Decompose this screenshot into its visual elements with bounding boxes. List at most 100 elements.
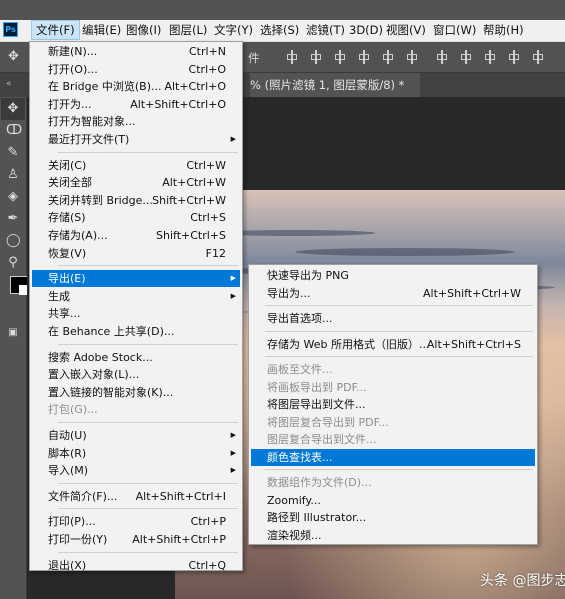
menubar-item-2[interactable]: 图像(I) [122,20,165,40]
distribute-horizontal-center-icon[interactable] [532,50,544,64]
menubar-item-4[interactable]: 文字(Y) [210,20,257,40]
file-menu-item[interactable]: 文件简介(F)... Alt+Shift+Ctrl+I [32,488,240,505]
export-menu-item[interactable]: 导出为... Alt+Shift+Ctrl+W [251,285,535,302]
menu-item-shortcut: Ctrl+S [190,211,226,225]
zoom-tool-icon[interactable]: ⚲ [6,256,20,270]
pen-tool-icon[interactable]: ✒ [6,212,20,226]
menubar-item-9[interactable]: 窗口(W) [429,20,480,40]
align-horizontal-center-icon[interactable] [382,50,394,64]
file-menu-item[interactable]: 搜索 Adobe Stock... [32,349,240,366]
file-menu-item[interactable]: 在 Bridge 中浏览(B)... Alt+Ctrl+O [32,78,240,95]
export-menu-item[interactable]: 将图层导出到文件... [251,396,535,413]
file-menu-item[interactable]: 置入链接的智能对象(K)... [32,384,240,401]
file-menu-item[interactable]: 新建(N)... Ctrl+N [32,43,240,60]
menubar-item-1[interactable]: 编辑(E) [78,20,125,40]
file-menu-item[interactable]: 退出(X) Ctrl+Q [32,557,240,574]
file-menu-item[interactable]: 打开为... Alt+Shift+Ctrl+O [32,96,240,113]
file-menu-item[interactable]: 导入(M) ▶ [32,462,240,479]
menubar-item-7[interactable]: 3D(D) [345,20,387,40]
export-menu-item[interactable]: 数据组作为文件(D)... [251,474,535,491]
file-menu-item[interactable]: 存储为(A)... Shift+Ctrl+S [32,227,240,244]
file-menu-item[interactable]: 共享... [32,305,240,322]
export-menu-item[interactable]: 路径到 Illustrator... [251,509,535,526]
move-tool-icon[interactable]: ✥ [1,98,25,120]
file-menu-item[interactable]: 自动(U) ▶ [32,427,240,444]
file-menu-item[interactable]: 关闭并转到 Bridge... Shift+Ctrl+W [32,192,240,209]
menu-item-label: 将画板导出到 PDF... [267,380,367,394]
file-menu: 新建(N)... Ctrl+N 打开(O)... Ctrl+O 在 Bridge 中浏览… [29,41,243,574]
file-menu-item[interactable]: 打开为智能对象... [32,113,240,130]
distribute-vertical-center-icon[interactable] [460,50,472,64]
menu-item-label: 自动(U) [48,429,87,442]
menu-item-shortcut: Shift+Ctrl+W [152,193,226,207]
menu-separator [58,265,238,267]
export-submenu: 快速导出为 PNG 导出为... Alt+Shift+Ctrl+W 导出首选项... 存… [248,264,538,545]
file-menu-item[interactable]: 恢复(V) F12 [32,245,240,262]
menu-item-label: Zoomify... [267,493,321,507]
distribute-left-icon[interactable] [508,50,520,64]
export-menu-item[interactable]: 快速导出为 PNG [251,267,535,284]
menubar-item-5[interactable]: 选择(S) [256,20,303,40]
menu-separator [58,343,238,345]
eraser-tool-icon[interactable]: ◈ [6,190,20,204]
align-vertical-center-icon[interactable] [310,50,322,64]
export-menu-item[interactable]: 画板至文件... [251,361,535,378]
export-menu-item[interactable]: 渲染视频... [251,527,535,544]
menu-item-label: 关闭全部 [48,176,92,190]
menu-separator [58,482,238,484]
file-menu-item[interactable]: 关闭(C) Ctrl+W [32,157,240,174]
align-top-icon[interactable] [286,50,298,64]
export-menu-item[interactable]: 将图层复合导出到 PDF... [251,414,535,431]
lasso-tool-icon[interactable]: ↀ [6,124,22,138]
file-menu-item[interactable]: 导出(E) ▶ [32,270,240,288]
file-menu-item[interactable]: 在 Behance 上共享(D)... [32,323,240,340]
menubar-item-6[interactable]: 滤镜(T) [302,20,349,40]
file-menu-item[interactable]: 最近打开文件(T) ▶ [32,131,240,148]
align-bottom-icon[interactable] [334,50,346,64]
file-menu-item[interactable]: 存储(S) Ctrl+S [32,209,240,226]
menu-separator [265,305,533,306]
menu-item-label: 置入链接的智能对象(K)... [48,385,174,399]
menu-item-shortcut: F12 [205,246,226,260]
menubar-item-10[interactable]: 帮助(H) [479,20,528,40]
quick-selection-tool-icon[interactable]: ✎ [6,146,20,160]
export-menu-item[interactable]: 颜色查找表... [251,448,535,466]
menu-item-label: 画板至文件... [267,363,333,376]
quick-mask-icon[interactable]: ▣ [6,326,20,340]
file-menu-item[interactable]: 打印(P)... Ctrl+P [32,513,240,530]
menu-item-label: 打印一份(Y) [48,533,108,546]
file-menu-item[interactable]: 置入嵌入对象(L)... [32,366,240,383]
export-menu-item[interactable]: 将画板导出到 PDF... [251,379,535,396]
file-menu-item[interactable]: 生成 ▶ [32,288,240,305]
menu-item-label: 打印(P)... [48,515,96,529]
menubar-item-8[interactable]: 视图(V) [382,20,430,40]
collapse-panel-icon[interactable]: « [6,79,12,89]
clone-stamp-tool-icon[interactable]: ♙ [6,168,20,182]
export-menu-item[interactable]: 导出首选项... [251,310,535,327]
align-left-icon[interactable] [358,50,370,64]
menubar-item-3[interactable]: 图层(L) [165,20,211,40]
menubar-item-0[interactable]: 文件(F) [31,20,80,40]
document-tab[interactable]: % (照片滤镜 1, 图层蒙版/8) * [250,73,420,97]
file-menu-item[interactable]: 打印一份(Y) Alt+Shift+Ctrl+P [32,531,240,548]
file-menu-item[interactable]: 打开(O)... Ctrl+O [32,61,240,78]
file-menu-item[interactable]: 打包(G)... [32,401,240,418]
options-text: 件 [248,51,260,65]
align-right-icon[interactable] [406,50,418,64]
distribute-top-icon[interactable] [436,50,448,64]
menu-item-shortcut: Ctrl+Q [188,558,226,572]
submenu-arrow-icon: ▶ [230,431,236,439]
export-menu-item[interactable]: 存储为 Web 所用格式（旧版）... Alt+Shift+Ctrl+S [251,336,535,353]
menu-item-label: 导出首选项... [267,312,333,325]
menu-separator [265,356,533,357]
file-menu-item[interactable]: 关闭全部 Alt+Ctrl+W [32,174,240,191]
export-menu-item[interactable]: Zoomify... [251,492,535,509]
menu-item-label: 图层复合导出到文件... [267,433,377,446]
submenu-arrow-icon: ▶ [230,448,236,457]
distribute-bottom-icon[interactable] [484,50,496,64]
move-tool-icon[interactable]: ✥ [8,50,20,63]
file-menu-item[interactable]: 脚本(R) ▶ [32,445,240,462]
export-menu-item[interactable]: 图层复合导出到文件... [251,431,535,448]
ellipse-tool-icon[interactable]: ◯ [6,234,21,248]
menu-item-label: 共享... [48,307,81,321]
